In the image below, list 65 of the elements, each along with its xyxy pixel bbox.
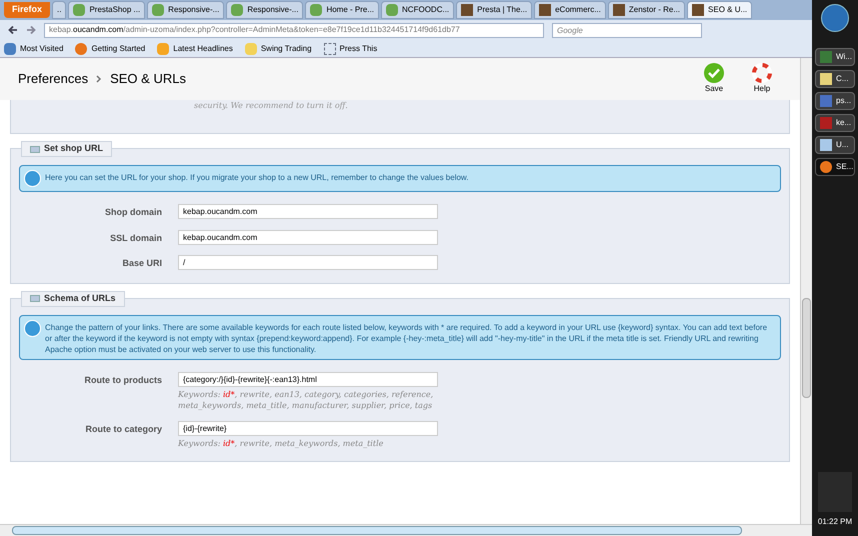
page-title: SEO & URLs	[110, 70, 186, 88]
taskbar-button[interactable]: Wi...	[815, 48, 855, 66]
help-button[interactable]: Help	[742, 63, 782, 95]
text-input[interactable]: /	[178, 255, 438, 270]
field-label: SSL domain	[109, 232, 163, 244]
bookmark-link[interactable]: Most Visited	[4, 42, 64, 54]
taskbar-button[interactable]: SE...	[815, 158, 855, 176]
taskbar-button[interactable]: C...	[815, 70, 855, 88]
taskbar-button[interactable]: ps...	[815, 92, 855, 110]
thumbnail-icon	[612, 4, 625, 16]
info-text: Change the pattern of your links. There are some available keywords for each route listed below, keywords with * are required. To add a keyword in your URL use {keyword} syntax. You can add text before or after the keyword if the keyword is not empty with syntax {prepend:keyword:append}. For example {-hey-:meta_title} will add "-hey-my-title" in the URL if the meta title is set. Friendly URL and rewriting Apache option must be activated on your web server to use this functionality.	[45, 322, 768, 354]
bookmark-link[interactable]: Getting Started	[75, 42, 146, 54]
bookmark-link[interactable]: Latest Headlines	[157, 42, 233, 54]
info-text: Here you can set the URL for your shop. If you migrate your shop to a new URL, remember to change the values below.	[45, 172, 468, 184]
forward-arrow-icon[interactable]	[26, 25, 36, 35]
browser-tab[interactable]: Responsive-...	[226, 1, 304, 19]
browser-tab[interactable]: Responsive-...	[147, 1, 224, 19]
field-label: Route to category	[84, 422, 163, 436]
taskbar-button[interactable]: ke...	[815, 114, 855, 132]
text-input[interactable]: kebap.oucandm.com	[178, 204, 438, 219]
keywords-hint: Keywords: id*, rewrite, meta_keywords, meta_title	[178, 438, 384, 448]
browser-tab[interactable]: Presta | The...	[456, 1, 532, 19]
chevron-icon	[96, 75, 102, 83]
clock: 01:22 PM	[818, 516, 852, 528]
breadcrumb-link[interactable]: Preferences	[18, 69, 88, 89]
app-icon	[820, 139, 832, 151]
taskbar-button[interactable]: U...	[815, 136, 855, 154]
browser-tab[interactable]: ..	[52, 1, 66, 19]
info-icon	[24, 320, 41, 336]
browser-tab[interactable]: Home - Pre...	[305, 1, 380, 19]
browser-tab[interactable]: eCommerc...	[534, 1, 606, 19]
panel-legend: Set shop URL	[21, 141, 112, 157]
bookmark-link[interactable]: Swing Trading	[244, 42, 312, 54]
bookmark-link[interactable]: Press This	[324, 42, 378, 54]
app-icon	[820, 117, 832, 129]
hint-text: security. We recommend to turn it off.	[194, 100, 349, 112]
thumbnail-icon	[692, 4, 704, 16]
keywords-hint: Keywords: id*, rewrite, ean13, category, categories, reference, meta_keywords, meta_title, manufacturer, supplier, price, tags	[178, 388, 434, 410]
save-button[interactable]: Save	[694, 63, 734, 95]
thumbnail-icon	[539, 4, 552, 16]
app-icon	[820, 95, 832, 107]
app-icon	[820, 73, 832, 85]
browser-tab[interactable]: NCFOODC...	[381, 1, 454, 19]
start-button[interactable]	[821, 4, 849, 32]
field-label: Route to products	[84, 374, 163, 387]
envelope-icon	[30, 295, 40, 302]
search-field[interactable]: Google	[552, 22, 702, 38]
app-icon	[820, 161, 832, 173]
panel-legend: Schema of URLs	[21, 290, 125, 306]
browser-tab[interactable]: Zenstor - Re...	[608, 1, 686, 19]
field-label: Base URI	[121, 257, 163, 270]
envelope-icon	[30, 146, 40, 152]
back-arrow-icon[interactable]	[8, 25, 18, 35]
text-input[interactable]: {id}-{rewrite}	[178, 420, 438, 436]
text-input[interactable]: {category:/}{id}-{rewrite}{-:ean13}.html	[178, 372, 438, 386]
text-input[interactable]: kebap.oucandm.com	[178, 230, 438, 244]
browser-tab[interactable]: PrestaShop ...	[68, 1, 146, 19]
info-icon	[24, 170, 41, 187]
lifebuoy-icon	[752, 63, 772, 83]
checkmark-icon	[704, 63, 724, 83]
app-icon	[820, 51, 832, 63]
address-bar[interactable]: kebap.oucandm.com/admin-uzoma/index.php?controller=AdminMeta&token=e8e7f19ce1d11b324451714f9d61db77	[44, 22, 544, 38]
thumbnail-icon	[461, 4, 474, 16]
browser-tab[interactable]: SEO & U...	[687, 1, 752, 19]
field-label: Shop domain	[104, 206, 163, 219]
